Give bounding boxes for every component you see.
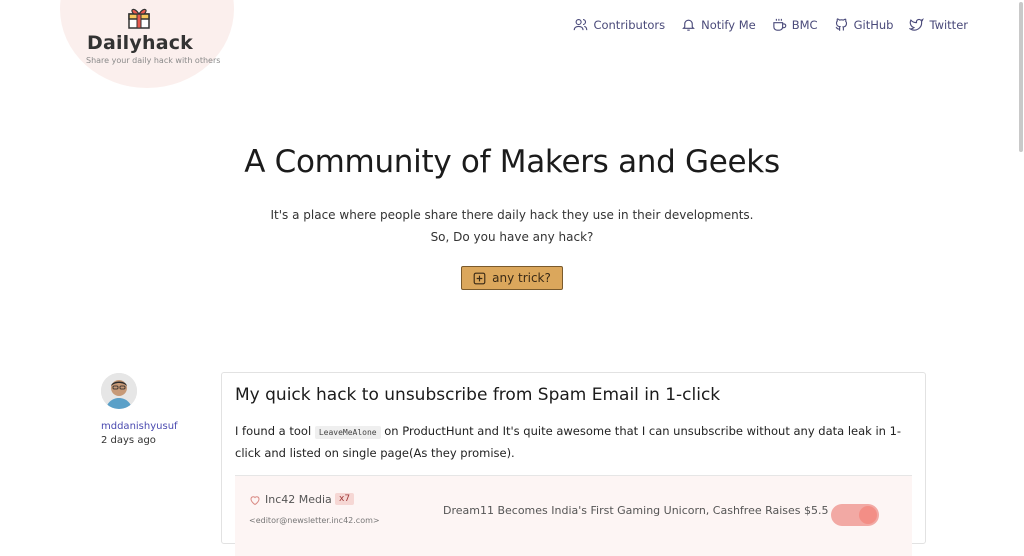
post-title[interactable]: My quick hack to unsubscribe from Spam E… <box>235 385 720 405</box>
post-card: My quick hack to unsubscribe from Spam E… <box>221 372 926 556</box>
twitter-icon <box>909 18 925 31</box>
brand-tagline: Share your daily hack with others <box>86 56 221 65</box>
post-body: I found a tool LeaveMeAlone on ProductHu… <box>235 421 915 464</box>
coffee-icon <box>773 18 787 31</box>
toggle-knob <box>859 506 877 524</box>
nav-twitter-label: Twitter <box>929 17 968 32</box>
avatar-photo <box>101 373 137 409</box>
scrollbar-thumb[interactable] <box>1019 2 1023 152</box>
bell-icon <box>682 19 695 31</box>
nav-github-label: GitHub <box>853 17 894 32</box>
hero-subtitle-line-1: It's a place where people share there da… <box>270 208 754 222</box>
email-address: <editor@newsletter.inc42.com> <box>249 516 380 525</box>
inline-code: LeaveMeAlone <box>314 426 381 439</box>
nav-contributors-label: Contributors <box>593 17 666 32</box>
hero-subtitle: It's a place where people share there da… <box>0 204 1024 248</box>
post-body-text-start: I found a tool <box>235 424 315 438</box>
any-trick-label: any trick? <box>492 271 551 285</box>
email-subject: Dream11 Becomes India's First Gaming Uni… <box>443 504 829 517</box>
github-icon <box>835 18 847 31</box>
page-scrollbar[interactable] <box>1018 0 1024 160</box>
heart-icon <box>250 496 260 506</box>
author-username-link[interactable]: mddanishyusuf <box>101 421 178 432</box>
brand-title: Dailyhack <box>86 32 194 54</box>
nav-contributors[interactable]: Contributors <box>573 17 665 32</box>
unsubscribe-toggle <box>831 504 879 526</box>
nav-notify-me[interactable]: Notify Me <box>681 17 756 32</box>
hero-subtitle-line-2: So, Do you have any hack? <box>430 230 594 244</box>
email-count-badge: x7 <box>335 493 355 505</box>
nav-notify-label: Notify Me <box>701 17 756 32</box>
post-timestamp: 2 days ago <box>101 435 156 446</box>
email-sender: Inc42 Media <box>265 493 332 506</box>
any-trick-button[interactable]: any trick? <box>461 266 563 290</box>
users-icon <box>574 18 588 31</box>
plus-square-icon <box>473 272 486 284</box>
gift-box-icon <box>128 8 150 29</box>
nav-bmc[interactable]: BMC <box>772 17 818 32</box>
nav-twitter[interactable]: Twitter <box>909 17 968 32</box>
top-nav: Contributors Notify Me BMC GitHub Twitte… <box>573 17 968 32</box>
nav-github[interactable]: GitHub <box>834 17 894 32</box>
avatar[interactable] <box>101 373 137 409</box>
email-preview-image: Inc42 Media x7 <editor@newsletter.inc42.… <box>235 476 912 556</box>
hero-title: A Community of Makers and Geeks <box>244 144 780 180</box>
nav-bmc-label: BMC <box>791 17 818 32</box>
